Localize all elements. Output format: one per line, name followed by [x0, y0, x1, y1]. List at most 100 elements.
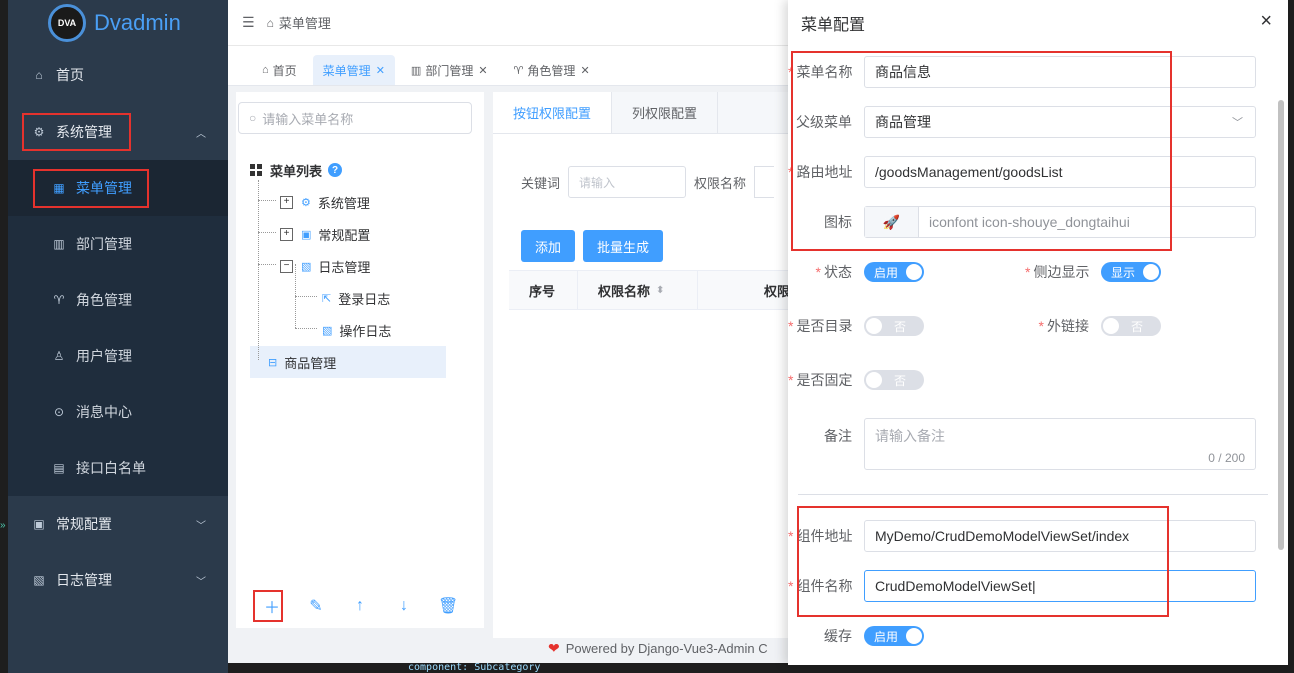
breadcrumb[interactable]: 菜单管理 — [279, 13, 331, 32]
table-header: 序号 权限名称 ⬍ 权限 — [509, 270, 799, 310]
expand-icon[interactable]: + — [280, 227, 293, 241]
expand-icon[interactable]: + — [280, 195, 293, 209]
logo-badge: DVA — [48, 4, 86, 42]
logo: DVA Dvadmin — [8, 0, 228, 46]
sidebar-item-home[interactable]: ⌂ 首页 — [8, 46, 228, 104]
cache-switch[interactable]: 启用 — [864, 626, 924, 646]
help-icon[interactable]: ? — [328, 163, 343, 177]
sidebar-item-menu[interactable]: ▦ 菜单管理 — [8, 160, 228, 216]
keyword-input[interactable]: 请输入 — [568, 166, 687, 198]
collapse-icon[interactable]: ☰ — [242, 14, 255, 31]
add-icon[interactable]: ＋ — [262, 594, 282, 618]
log-icon: ▧ — [33, 573, 45, 587]
sidebar-item-department[interactable]: ▥ 部门管理 — [8, 216, 228, 272]
icon-picker[interactable]: 🚀 iconfont icon-shouye_dongtaihui — [864, 206, 1256, 238]
drawer-title: 菜单配置 — [801, 17, 866, 34]
tab-bar: ⌂ 首页 菜单管理 ✕ ▥ 部门管理 ✕ ♈ 角色管理 ✕ — [228, 46, 788, 86]
tab-department[interactable]: ▥ 部门管理 ✕ — [401, 55, 498, 85]
close-icon[interactable]: ✕ — [478, 64, 487, 77]
arrow-up-icon[interactable]: ↑ — [350, 597, 370, 615]
tab-button-permission[interactable]: 按钮权限配置 — [493, 92, 613, 133]
row-remark: 备注 请输入备注 0 / 200 — [788, 418, 1256, 470]
row-icon: 图标 🚀 iconfont icon-shouye_dongtaihui — [788, 206, 1256, 238]
sidebar-show-switch[interactable]: 显示 — [1101, 262, 1161, 282]
topbar: ☰ ⌂ 菜单管理 — [228, 0, 788, 46]
login-log-icon: ⇱ — [322, 292, 332, 305]
row-component: * 组件地址 MyDemo/CrudDemoModelViewSet/index — [788, 520, 1256, 552]
main-area: ☰ ⌂ 菜单管理 ⌂ 首页 菜单管理 ✕ ▥ 部门管理 ✕ ♈ 角色管理 ✕ ○ 请输入菜单… — [228, 0, 799, 673]
building-icon: ▥ — [53, 237, 65, 251]
tree-line — [258, 200, 276, 201]
row-external: * 外链接 否 — [1025, 316, 1161, 336]
menu-name-input[interactable]: 商品信息 — [864, 56, 1256, 88]
parent-menu-select[interactable]: 商品管理 ﹀ — [864, 106, 1256, 138]
window-edge-bottom — [788, 665, 1288, 673]
edit-icon[interactable]: ✎ — [306, 596, 326, 616]
footer: ❤ Powered by Django-Vue3-Admin C — [548, 640, 768, 656]
config-icon: ▣ — [301, 228, 312, 241]
sidebar-item-logs[interactable]: ▧ 日志管理 ﹀ — [8, 552, 228, 608]
tree-line — [295, 296, 317, 297]
sidebar-item-system[interactable]: ⚙ 系统管理 ︿ — [8, 104, 228, 160]
action-buttons: 添加 批量生成 — [521, 230, 664, 262]
whitelist-icon: ▤ — [53, 461, 65, 475]
is-catalog-switch[interactable]: 否 — [864, 316, 924, 336]
tree-node[interactable]: + ⚙ 系统管理 — [250, 186, 446, 218]
close-icon[interactable]: ✕ — [580, 64, 589, 77]
status-switch[interactable]: 启用 — [864, 262, 924, 282]
arrow-down-icon[interactable]: ↓ — [394, 597, 414, 615]
sidebar-item-role[interactable]: ♈ 角色管理 — [8, 272, 228, 328]
text-cursor: | — [1031, 578, 1036, 594]
tab-menu[interactable]: 菜单管理 ✕ — [312, 55, 395, 85]
tree-node-selected[interactable]: ⊟ 商品管理 — [250, 346, 446, 378]
grid-icon — [250, 164, 262, 176]
tree-node[interactable]: ⇱ 登录日志 — [250, 282, 446, 314]
drawer-scrollbar[interactable] — [1278, 100, 1284, 550]
message-icon: ⊙ — [53, 405, 65, 419]
add-button[interactable]: 添加 — [521, 230, 576, 262]
sidebar-item-message[interactable]: ⊙ 消息中心 — [8, 384, 228, 440]
sidebar-item-whitelist[interactable]: ▤ 接口白名单 — [8, 440, 228, 496]
close-icon[interactable]: ✕ — [376, 64, 385, 77]
collapse-node-icon[interactable]: − — [280, 259, 293, 273]
sidebar-item-user[interactable]: ♙ 用户管理 — [8, 328, 228, 384]
tree-toolbar: ＋ ✎ ↑ ↓ 🗑 — [262, 594, 458, 618]
role-icon: ♈ — [513, 64, 524, 77]
search-icon: ○ — [249, 111, 257, 125]
code-strip: component: Subcategory — [228, 663, 788, 673]
close-icon[interactable]: × — [1260, 10, 1272, 33]
row-component-name: * 组件名称 CrudDemoModelViewSet | — [788, 570, 1256, 602]
batch-generate-button[interactable]: 批量生成 — [583, 230, 664, 262]
user-icon: ♙ — [53, 349, 65, 363]
row-is-catalog: * 是否目录 否 — [788, 316, 924, 336]
sort-icon[interactable]: ⬍ — [656, 285, 664, 296]
row-route: * 路由地址 /goodsManagement/goodsList — [788, 156, 1256, 188]
window-edge — [1288, 0, 1294, 673]
sidebar: DVA Dvadmin ⌂ 首页 ⚙ 系统管理 ︿ ▦ 菜单管理 ▥ 部门管理 ♈ 角色管… — [8, 0, 228, 673]
delete-icon[interactable]: 🗑 — [438, 596, 458, 616]
route-input[interactable]: /goodsManagement/goodsList — [864, 156, 1256, 188]
perm-name-input[interactable] — [754, 166, 775, 198]
tree-node[interactable]: − ▧ 日志管理 — [250, 250, 446, 282]
tree-node[interactable]: ▧ 操作日志 — [250, 314, 446, 346]
component-path-input[interactable]: MyDemo/CrudDemoModelViewSet/index — [864, 520, 1256, 552]
sidebar-item-general-config[interactable]: ▣ 常规配置 ﹀ — [8, 496, 228, 552]
home-icon: ⌂ — [266, 15, 274, 30]
tab-column-permission[interactable]: 列权限配置 — [612, 92, 719, 133]
component-name-input[interactable]: CrudDemoModelViewSet | — [864, 570, 1256, 602]
editor-strip: » — [0, 0, 8, 673]
keyword-label: 关键词 — [521, 175, 561, 191]
tab-home[interactable]: ⌂ 首页 — [252, 55, 307, 85]
row-parent-menu: 父级菜单 商品管理 ﹀ — [788, 106, 1256, 138]
col-index: 序号 — [509, 270, 578, 310]
fixed-switch[interactable]: 否 — [864, 370, 924, 390]
col-perm-name[interactable]: 权限名称 ⬍ — [578, 270, 698, 310]
tree-search-input[interactable]: ○ 请输入菜单名称 — [238, 102, 472, 134]
tab-role[interactable]: ♈ 角色管理 ✕ — [504, 55, 600, 85]
remark-textarea[interactable]: 请输入备注 0 / 200 — [864, 418, 1256, 470]
external-link-switch[interactable]: 否 — [1101, 316, 1161, 336]
tree-node[interactable]: + ▣ 常规配置 — [250, 218, 446, 250]
building-icon: ▥ — [410, 64, 422, 77]
gear-icon: ⚙ — [33, 125, 45, 139]
chevron-down-icon: ﹀ — [1232, 117, 1243, 129]
